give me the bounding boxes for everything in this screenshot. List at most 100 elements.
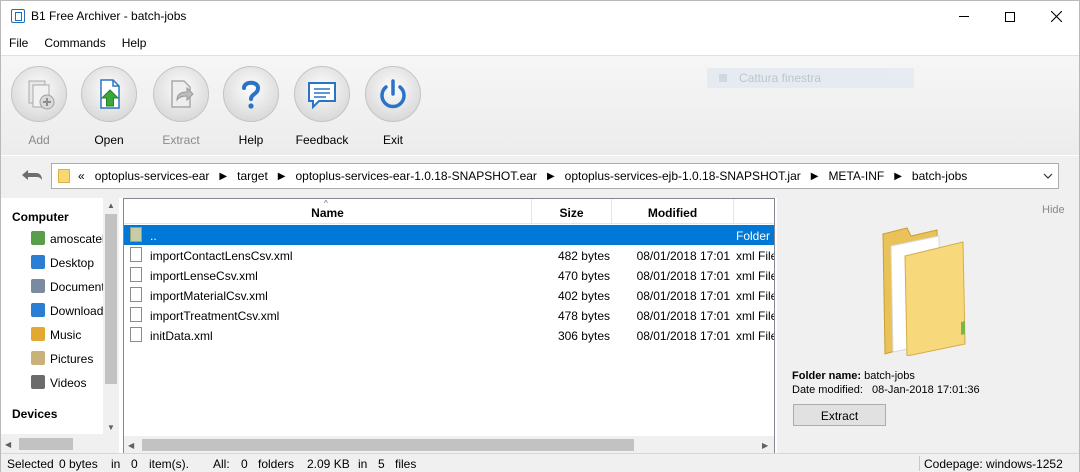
tree-hscroll-thumb[interactable] <box>19 438 73 450</box>
column-header-size[interactable]: Size <box>532 199 612 224</box>
file-icon <box>130 247 142 262</box>
file-type: xml File <box>736 289 775 303</box>
file-row[interactable]: importTreatmentCsv.xml 478 bytes 08/01/201… <box>124 305 774 325</box>
breadcrumb-item[interactable]: optoplus-services-ear <box>95 169 210 183</box>
feedback-icon <box>308 82 336 110</box>
title-bar: B1 Free Archiver - batch-jobs <box>1 1 1079 32</box>
scroll-down-icon[interactable]: ▼ <box>107 423 115 432</box>
breadcrumb-separator-icon[interactable]: ▶ <box>547 171 555 182</box>
file-size: 306 bytes <box>557 329 610 343</box>
hide-preview-link[interactable]: Hide <box>1042 204 1065 216</box>
chevron-down-icon[interactable] <box>1042 169 1054 183</box>
toolbar: Add Open Extract Help Feedback Exit Catt… <box>1 55 1079 155</box>
back-button[interactable] <box>15 164 49 190</box>
tree-item[interactable]: Videos <box>31 373 105 393</box>
tree-item-label: Desktop <box>50 256 95 270</box>
music-icon <box>31 327 45 341</box>
extract-button[interactable]: Extract <box>150 66 212 147</box>
tree-item[interactable]: Desktop <box>31 253 105 273</box>
tree-heading-computer[interactable]: Computer <box>12 210 69 224</box>
breadcrumb-item[interactable]: optoplus-services-ear-1.0.18-SNAPSHOT.ea… <box>296 169 537 183</box>
status-codepage: Codepage: windows-1252 <box>924 457 1063 471</box>
status-selected-bytes: 0 bytes <box>59 457 98 471</box>
file-modified: 08/01/2018 17:01 <box>636 309 730 323</box>
breadcrumb-item[interactable]: target <box>237 169 268 183</box>
scroll-left-icon[interactable]: ◀ <box>5 440 11 449</box>
tree-horizontal-scrollbar[interactable]: ◀ <box>1 434 103 454</box>
file-size: 470 bytes <box>557 269 610 283</box>
file-row[interactable]: importContactLensCsv.xml 482 bytes 08/01/2… <box>124 245 774 265</box>
documents-icon <box>31 279 45 293</box>
tree-item-label: amoscatelli <box>50 232 105 246</box>
file-name: importTreatmentCsv.xml <box>150 309 280 323</box>
tree-scroll-thumb[interactable] <box>105 214 117 384</box>
file-list: ^ Name Size Modified .. Folder importConta… <box>123 198 775 455</box>
add-button[interactable]: Add <box>8 66 70 147</box>
breadcrumb-separator-icon[interactable]: ▶ <box>278 171 286 182</box>
feedback-button[interactable]: Feedback <box>291 66 353 147</box>
breadcrumb-item[interactable]: batch-jobs <box>912 169 967 183</box>
tree-heading-devices[interactable]: Devices <box>12 407 57 421</box>
file-row[interactable]: .. Folder <box>124 225 774 245</box>
file-modified: 08/01/2018 17:01 <box>636 249 730 263</box>
file-name: importContactLensCsv.xml <box>150 249 293 263</box>
file-name: initData.xml <box>150 329 213 343</box>
file-size: 482 bytes <box>557 249 610 263</box>
file-list-horizontal-scrollbar[interactable]: ◀ ▶ <box>124 436 774 454</box>
window-title: B1 Free Archiver - batch-jobs <box>31 9 187 23</box>
path-breadcrumb[interactable]: « optoplus-services-ear ▶ target ▶ optop… <box>51 163 1059 189</box>
file-icon <box>130 267 142 282</box>
minimize-button[interactable] <box>941 1 987 32</box>
tree-item[interactable]: Documents <box>31 277 105 297</box>
tree-item[interactable]: amoscatelli <box>31 229 105 249</box>
status-total-size: 2.09 KB <box>307 457 350 471</box>
breadcrumb-item[interactable]: META-INF <box>828 169 884 183</box>
tree-vertical-scrollbar[interactable]: ▲ ▼ <box>103 198 119 454</box>
tree-item-label: Videos <box>50 376 87 390</box>
scroll-right-icon[interactable]: ▶ <box>762 441 768 450</box>
tree-item[interactable]: Downloads <box>31 301 105 321</box>
breadcrumb-separator-icon[interactable]: ▶ <box>894 171 902 182</box>
file-row[interactable]: importLenseCsv.xml 470 bytes 08/01/2018 17… <box>124 265 774 285</box>
tree-item-label: Documents <box>50 280 105 294</box>
breadcrumb-item[interactable]: optoplus-services-ejb-1.0.18-SNAPSHOT.ja… <box>565 169 801 183</box>
file-list-scroll-thumb[interactable] <box>142 439 634 451</box>
scroll-up-icon[interactable]: ▲ <box>107 201 115 210</box>
file-name: importMaterialCsv.xml <box>150 289 268 303</box>
breadcrumb-separator-icon[interactable]: ▶ <box>811 171 819 182</box>
tree-item[interactable]: Music <box>31 325 105 345</box>
app-window: B1 Free Archiver - batch-jobs File Comma… <box>0 0 1080 472</box>
file-type: xml File <box>736 309 775 323</box>
column-header-modified[interactable]: Modified <box>612 199 734 224</box>
menu-file[interactable]: File <box>1 32 36 54</box>
file-row[interactable]: initData.xml 306 bytes 08/01/2018 17:01 xml… <box>124 325 774 345</box>
help-button[interactable]: Help <box>220 66 282 147</box>
exit-button[interactable]: Exit <box>362 66 424 147</box>
column-header-name[interactable]: Name <box>124 199 532 224</box>
back-arrow-icon <box>22 170 42 180</box>
file-type: Folder <box>736 229 771 243</box>
tree-item-label: Music <box>50 328 82 342</box>
scroll-left-icon[interactable]: ◀ <box>128 441 134 450</box>
file-row[interactable]: importMaterialCsv.xml 402 bytes 08/01/2018… <box>124 285 774 305</box>
file-type: xml File <box>736 249 775 263</box>
user-icon <box>31 231 45 245</box>
tree-item[interactable]: Pictures <box>31 349 105 369</box>
close-button[interactable] <box>1033 1 1079 32</box>
help-icon <box>242 80 261 109</box>
maximize-button[interactable] <box>987 1 1033 32</box>
folder-icon <box>58 169 70 183</box>
open-label: Open <box>94 133 124 147</box>
date-modified-label: Date modified: <box>792 384 863 396</box>
menu-commands[interactable]: Commands <box>36 32 113 54</box>
close-icon <box>1050 11 1062 22</box>
status-folders-label: folders <box>258 457 295 471</box>
breadcrumb-overflow[interactable]: « <box>78 169 85 183</box>
desktop-icon <box>31 255 45 269</box>
file-type: xml File <box>736 269 775 283</box>
preview-extract-button[interactable]: Extract <box>793 404 886 426</box>
open-button[interactable]: Open <box>78 66 140 147</box>
exit-label: Exit <box>382 133 403 147</box>
menu-help[interactable]: Help <box>114 32 155 54</box>
breadcrumb-separator-icon[interactable]: ▶ <box>219 171 227 182</box>
